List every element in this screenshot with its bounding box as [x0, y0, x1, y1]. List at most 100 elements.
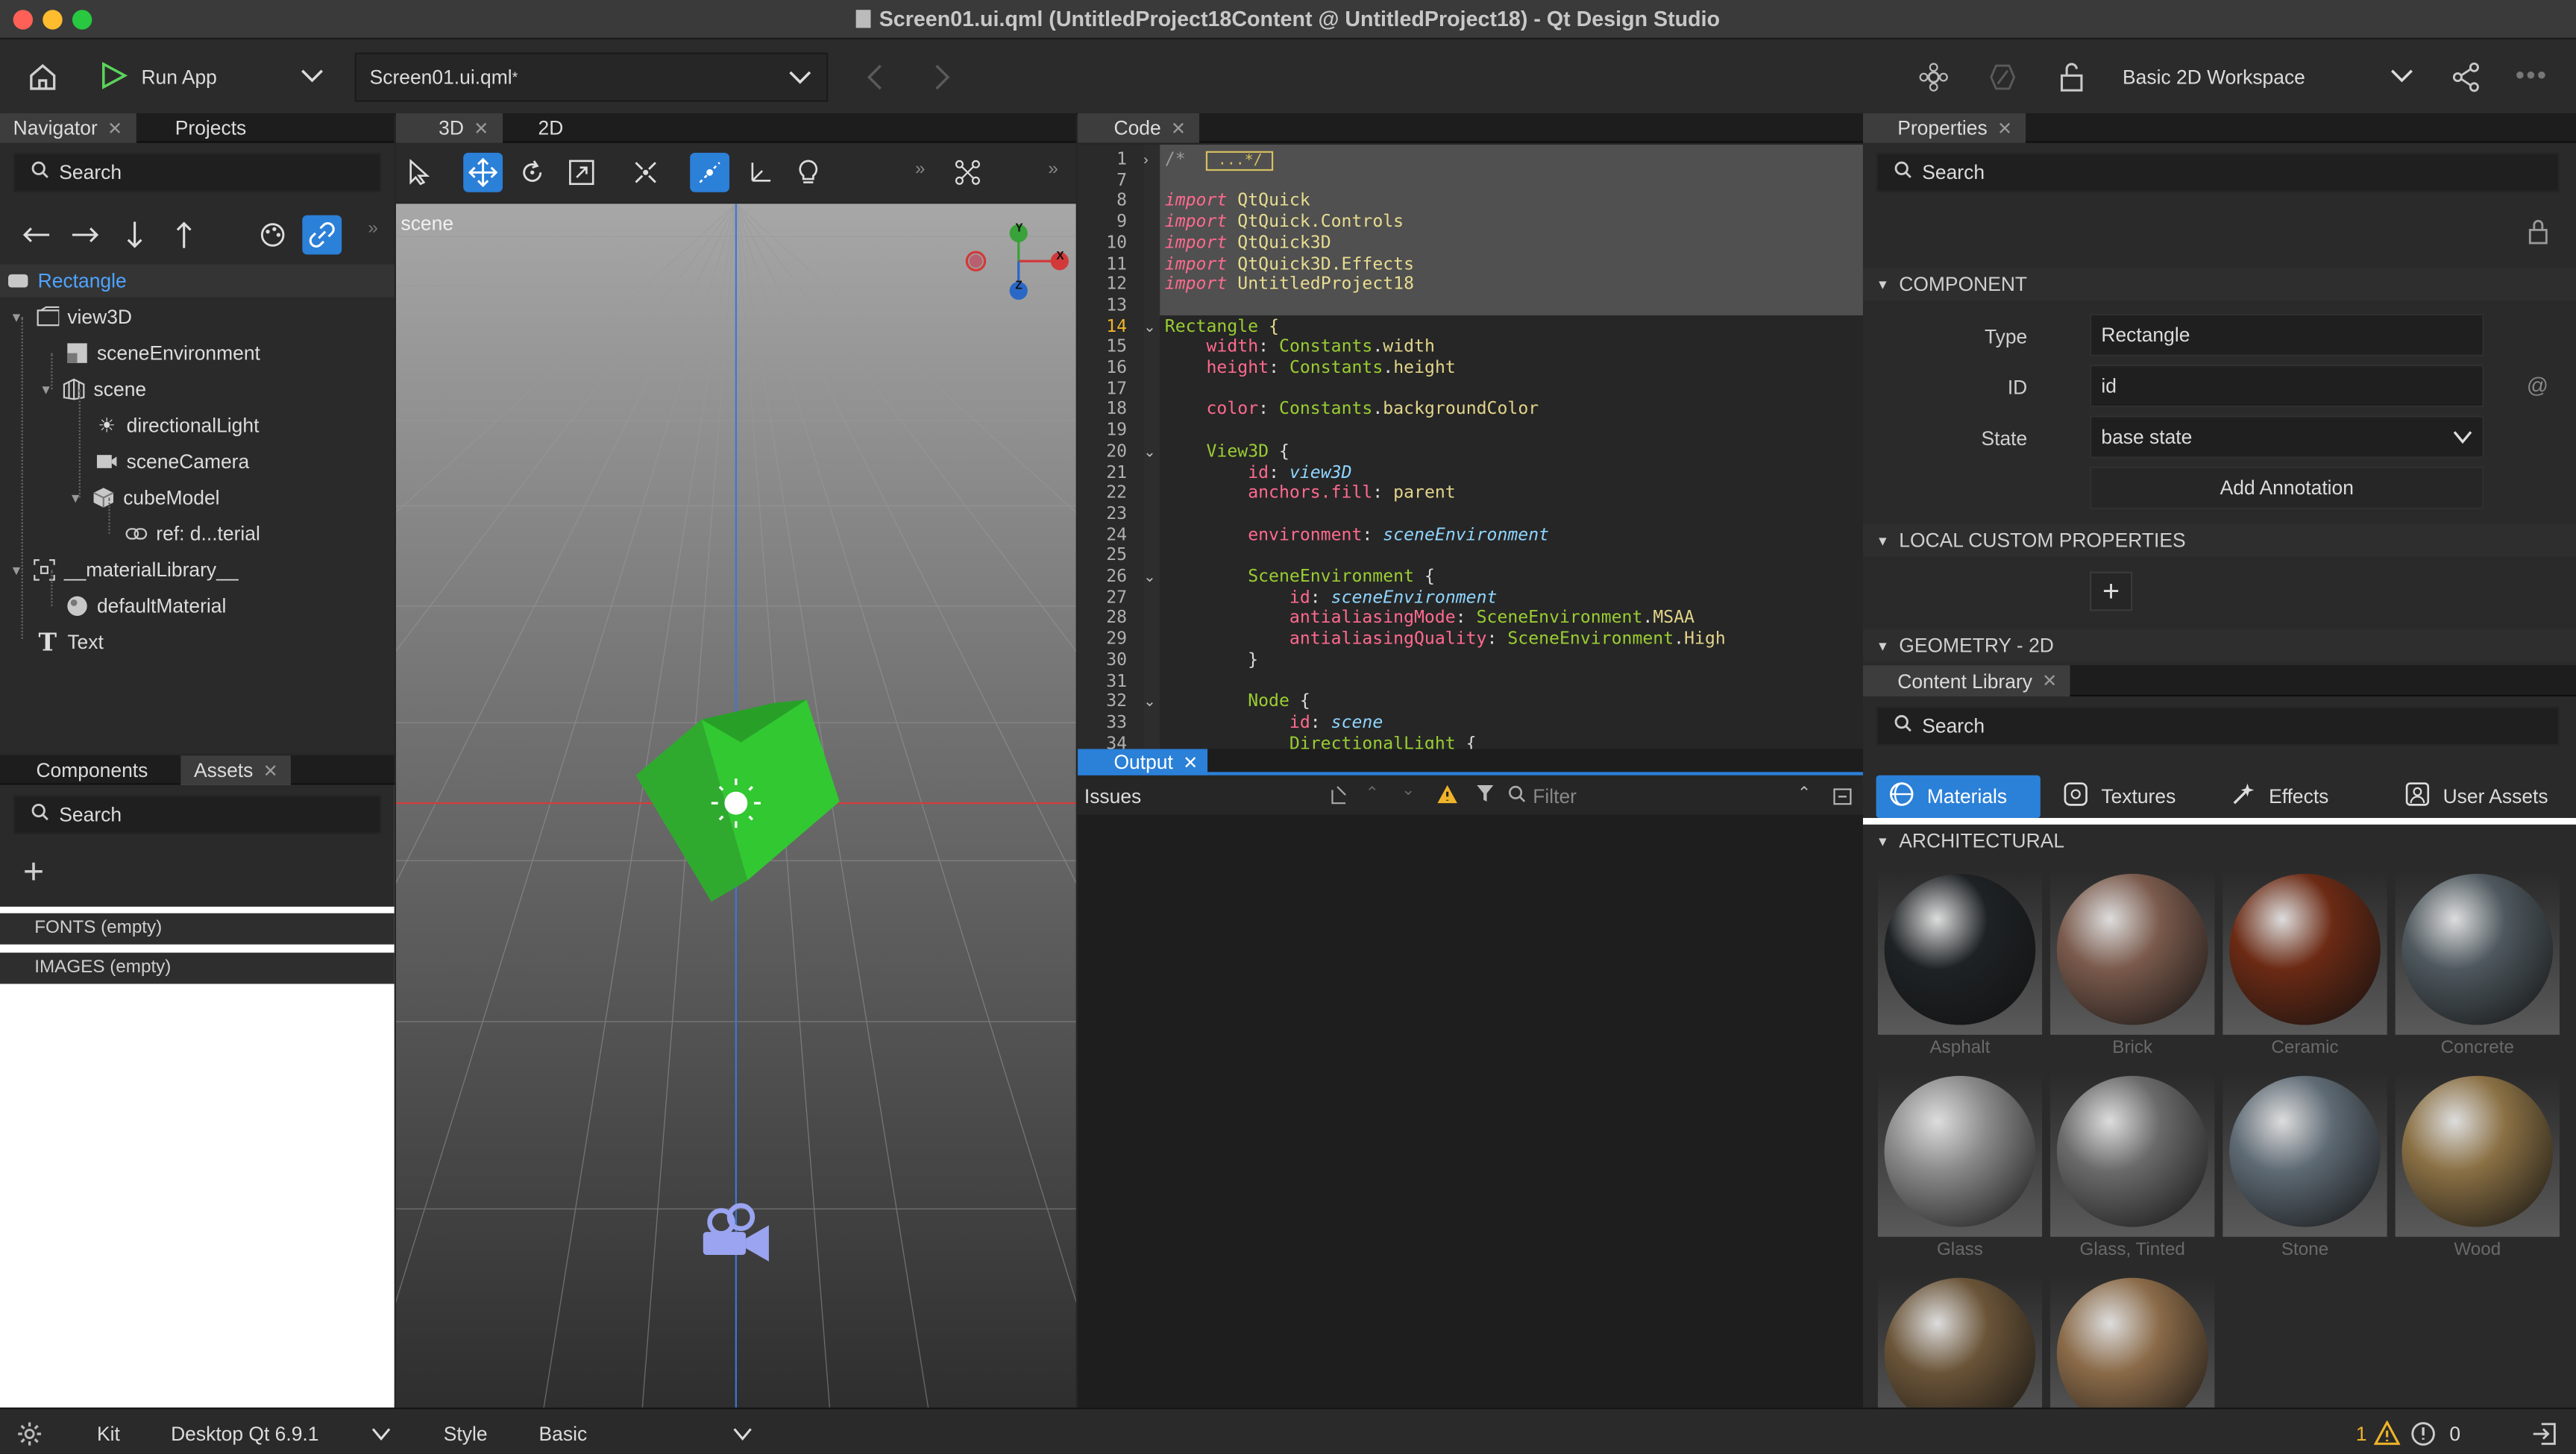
tree-item-defaultmaterial[interactable]: defaultMaterial [66, 590, 226, 623]
tab-3d[interactable]: 3D ✕ [395, 113, 503, 143]
share-icon[interactable] [2448, 59, 2484, 95]
fold-arrow-icon[interactable]: ⌄ [1143, 444, 1156, 462]
kit-dropdown[interactable]: Desktop Qt 6.9.1 [171, 1419, 398, 1449]
exit-icon[interactable] [2532, 1420, 2558, 1452]
material-thumbnail[interactable] [2222, 1072, 2387, 1237]
tree-item-material-ref[interactable]: ref: d...terial [125, 517, 260, 550]
tab-2d[interactable]: 2D [502, 113, 577, 143]
properties-search-input[interactable]: Search [1876, 152, 2560, 192]
code-line[interactable]: 29 antialiasingQuality: SceneEnvironment… [1078, 629, 1863, 650]
component-section-header[interactable]: ▼ COMPONENT [1862, 268, 2576, 301]
material-thumbnail[interactable] [2222, 870, 2387, 1035]
particle-system-icon[interactable] [948, 153, 987, 192]
home-icon[interactable] [23, 59, 63, 95]
fold-arrow-icon[interactable]: ⌄ [1143, 693, 1156, 711]
geometry-section-header[interactable]: ▼ GEOMETRY - 2D [1862, 629, 2576, 662]
code-line[interactable]: 24 environment: sceneEnvironment [1078, 525, 1863, 546]
tab-effects[interactable]: Effects [2218, 775, 2382, 818]
tree-item-cubemodel[interactable]: ▼ cubeModel [69, 481, 220, 514]
move-tool-icon[interactable] [463, 152, 503, 192]
close-icon[interactable]: ✕ [1997, 118, 2012, 139]
code-line[interactable]: 16 height: Constants.height [1078, 358, 1863, 379]
code-line[interactable]: 28 antialiasingMode: SceneEnvironment.MS… [1078, 608, 1863, 629]
lock-icon[interactable] [2527, 218, 2550, 250]
run-app-dropdown[interactable]: Run App [86, 52, 339, 101]
code-line[interactable]: 34 DirectionalLight { [1078, 734, 1863, 749]
add-property-button[interactable]: + [2089, 571, 2133, 611]
code-line[interactable]: 9 import QtQuick.Controls [1078, 212, 1863, 233]
filter-input[interactable]: Filter [1508, 782, 1830, 812]
style-dropdown[interactable]: Basic [539, 1419, 759, 1449]
tree-item-rectangle[interactable]: Rectangle [7, 265, 127, 298]
rotate-tool-icon[interactable] [512, 153, 552, 192]
code-line[interactable]: 26 SceneEnvironment { [1078, 567, 1863, 588]
fonts-section[interactable]: FONTS (empty) [0, 913, 395, 945]
tab-assets[interactable]: Assets ✕ [180, 755, 292, 785]
tab-projects[interactable]: Projects [136, 113, 260, 143]
back-arrow-icon[interactable] [858, 59, 890, 95]
warning-icon[interactable] [2373, 1420, 2401, 1450]
arrow-left-icon[interactable] [16, 215, 56, 255]
overflow-chevron-icon[interactable]: » [1048, 160, 1058, 179]
close-icon[interactable]: ✕ [2042, 670, 2057, 691]
add-asset-button[interactable]: + [23, 853, 44, 890]
material-thumbnail[interactable] [2395, 1072, 2560, 1237]
tree-item-materiallibrary[interactable]: ▼ __materialLibrary__ [10, 553, 238, 586]
content-library-search-input[interactable]: Search [1876, 706, 2560, 746]
clear-icon[interactable] [1328, 784, 1351, 811]
error-count[interactable]: 0 [2449, 1423, 2460, 1446]
code-line[interactable]: 17 [1078, 379, 1863, 400]
workspace-dropdown[interactable]: Basic 2D Workspace [2109, 52, 2428, 101]
tab-textures[interactable]: Textures [2050, 775, 2214, 818]
code-line[interactable]: 20 View3D { [1078, 441, 1863, 462]
code-line[interactable]: 21 id: view3D [1078, 462, 1863, 483]
local-orientation-icon[interactable] [690, 152, 730, 192]
component-icon[interactable] [1915, 59, 1951, 95]
code-line[interactable]: 22 anchors.fill: parent [1078, 483, 1863, 504]
fit-selected-icon[interactable] [626, 153, 665, 192]
code-line[interactable]: 31 [1078, 671, 1863, 692]
maximize-panel-icon[interactable] [1833, 787, 1852, 810]
tab-user-assets[interactable]: User Assets [2392, 775, 2572, 818]
code-line[interactable]: 8 import QtQuick [1078, 191, 1863, 212]
tree-item-scenecamera[interactable]: sceneCamera [95, 445, 249, 478]
tree-item-scene[interactable]: ▼ scene [40, 373, 146, 406]
arrow-up-icon[interactable] [164, 215, 204, 255]
type-field[interactable]: Rectangle [2089, 313, 2484, 357]
tab-properties[interactable]: Properties ✕ [1862, 113, 2026, 143]
material-thumbnail[interactable] [1877, 870, 2043, 1035]
close-icon[interactable]: ✕ [1183, 752, 1198, 772]
code-line[interactable]: 11 import QtQuick3D.Effects [1078, 254, 1863, 274]
code-line[interactable]: 25 [1078, 546, 1863, 567]
navigator-search-input[interactable]: Search [13, 152, 382, 192]
code-line[interactable]: 15 width: Constants.width [1078, 337, 1863, 358]
fold-arrow-icon[interactable]: › [1143, 151, 1149, 168]
material-thumbnail[interactable] [2050, 1072, 2215, 1237]
filter-icon[interactable] [1475, 784, 1498, 810]
material-thumbnail[interactable] [2395, 870, 2560, 1035]
code-line[interactable]: 33 id: scene [1078, 713, 1863, 734]
tab-navigator[interactable]: Navigator ✕ [0, 113, 136, 143]
select-tool-icon[interactable] [399, 153, 439, 192]
lock-icon[interactable] [2054, 59, 2090, 95]
error-icon[interactable] [2410, 1420, 2437, 1452]
link-icon[interactable] [302, 215, 342, 255]
open-documents-dropdown[interactable]: Screen01.ui.qml * [354, 52, 829, 102]
tree-item-view3d[interactable]: ▼ view3D [10, 300, 132, 333]
code-line[interactable]: 7 [1078, 170, 1863, 191]
material-thumbnail[interactable] [1877, 1274, 2043, 1408]
settings-gear-icon[interactable] [16, 1420, 43, 1452]
fold-arrow-icon[interactable]: ⌄ [1143, 318, 1156, 336]
material-thumbnail[interactable] [1877, 1072, 2043, 1237]
code-line[interactable]: 18 color: Constants.backgroundColor [1078, 400, 1863, 421]
light-bulb-icon[interactable] [788, 153, 828, 192]
arrow-right-icon[interactable] [66, 215, 105, 255]
previous-issue-icon[interactable]: ⌃ [1366, 785, 1379, 803]
overflow-chevron-icon[interactable]: » [915, 160, 925, 179]
close-icon[interactable]: ✕ [263, 760, 278, 781]
alias-export-icon[interactable]: @ [2527, 373, 2548, 397]
material-thumbnail[interactable] [2050, 1274, 2215, 1408]
code-line[interactable]: 14 Rectangle { [1078, 316, 1863, 337]
close-icon[interactable]: ✕ [474, 118, 489, 139]
more-options-icon[interactable]: ••• [2513, 59, 2549, 95]
